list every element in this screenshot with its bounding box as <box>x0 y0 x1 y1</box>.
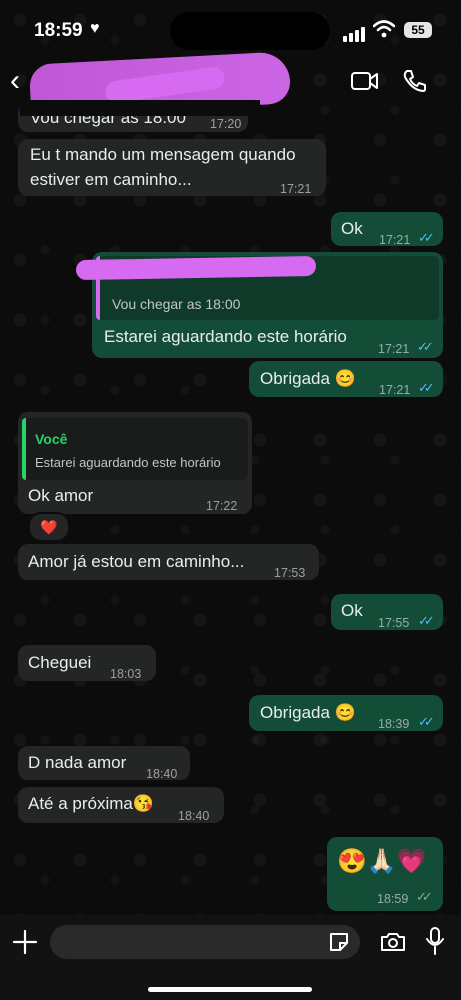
message-time: 17:55 <box>378 616 410 630</box>
message-text-line: Eu t mando um mensagem quando <box>30 145 296 164</box>
message-bubble-outgoing[interactable]: Obrigada 😊 18:39 ✓✓ <box>249 695 443 731</box>
status-bar: 18:59 ♥ 55 <box>0 0 461 56</box>
message-time: 17:21 <box>280 182 312 196</box>
message-text-line: estiver em caminho... <box>30 170 192 189</box>
plus-icon[interactable] <box>12 929 38 955</box>
dynamic-island <box>170 12 330 50</box>
status-time: 18:59 <box>34 20 83 41</box>
quote-author: Você <box>35 431 68 447</box>
read-ticks-icon: ✓✓ <box>417 339 434 354</box>
voice-call-icon[interactable] <box>402 68 428 94</box>
message-bubble-incoming[interactable]: Eu t mando um mensagem quando estiver em… <box>18 139 326 196</box>
message-text: Ok amor <box>28 486 94 505</box>
message-time: 17:21 <box>378 342 410 356</box>
message-bubble-outgoing[interactable]: Ok 17:21 ✓✓ <box>331 212 443 247</box>
quote-author-redaction <box>75 255 317 281</box>
back-icon[interactable]: ‹ <box>10 64 20 98</box>
message-bubble-outgoing[interactable]: Ok 17:55 ✓✓ <box>331 594 443 630</box>
mic-icon[interactable] <box>426 927 444 955</box>
home-indicator[interactable] <box>148 987 312 992</box>
message-time: 18:59 <box>377 892 409 906</box>
message-bubble-incoming[interactable]: D nada amor 18:40 <box>18 746 190 781</box>
message-bubble-incoming[interactable]: Cheguei 18:03 <box>18 645 156 681</box>
message-text: Estarei aguardando este horário <box>104 327 347 346</box>
message-time: 18:40 <box>178 809 210 823</box>
message-time: 17:21 <box>379 233 411 247</box>
wifi-icon <box>373 20 395 38</box>
quoted-text: Vou chegar as 18:00 <box>112 296 241 312</box>
message-bubble-incoming[interactable]: Até a próxima😘 18:40 <box>18 787 224 823</box>
video-call-icon[interactable] <box>350 70 380 92</box>
read-ticks-icon: ✓✓ <box>418 380 435 395</box>
read-ticks-icon: ✓✓ <box>418 714 435 729</box>
quoted-message[interactable]: Vou chegar as 18:00 <box>75 255 439 320</box>
message-text: Ok <box>341 601 363 620</box>
sticker-icon[interactable] <box>328 931 350 953</box>
header-redaction-overlap <box>20 100 260 116</box>
cellular-signal-icon <box>343 24 367 42</box>
message-input[interactable] <box>50 925 360 959</box>
message-bubble-incoming[interactable]: Amor já estou em caminho... 17:53 <box>18 544 319 580</box>
message-time: 18:39 <box>378 717 410 731</box>
message-bubble-outgoing-emoji[interactable]: 😍🙏🏻💗 18:59 ✓✓ <box>327 837 443 911</box>
read-ticks-icon: ✓✓ <box>418 230 435 245</box>
message-bubble-outgoing[interactable]: Obrigada 😊 17:21 ✓✓ <box>249 361 443 397</box>
message-text: Amor já estou em caminho... <box>28 552 245 571</box>
message-bubble-incoming-reply[interactable]: Você Estarei aguardando este horário Ok … <box>18 412 252 514</box>
battery-indicator: 55 <box>404 22 432 38</box>
quoted-message[interactable]: Você Estarei aguardando este horário <box>22 418 248 480</box>
focus-heart-icon: ♥ <box>90 20 100 37</box>
quote-accent-bar <box>22 418 26 480</box>
message-text: Até a próxima😘 <box>28 794 155 813</box>
message-text: Obrigada 😊 <box>260 703 356 722</box>
message-time: 17:22 <box>206 499 238 513</box>
message-text: Ok <box>341 219 363 238</box>
read-ticks-icon: ✓✓ <box>418 613 435 628</box>
heart-reaction-icon: ❤️ <box>40 519 58 535</box>
message-text: Obrigada 😊 <box>260 369 356 388</box>
message-time: 18:03 <box>110 667 142 681</box>
quoted-text: Estarei aguardando este horário <box>35 455 221 470</box>
message-time: 17:21 <box>379 383 411 397</box>
message-time: 18:40 <box>146 767 178 781</box>
composer-bar <box>0 915 461 1000</box>
message-emoji-text: 😍🙏🏻💗 <box>337 848 427 875</box>
message-text: D nada amor <box>28 753 127 772</box>
message-bubble-outgoing-reply[interactable]: Vou chegar as 18:00 Estarei aguardando e… <box>75 252 443 358</box>
message-reaction[interactable]: ❤️ <box>28 512 70 542</box>
camera-icon[interactable] <box>380 931 406 953</box>
message-time: 17:53 <box>274 566 306 580</box>
message-text: Cheguei <box>28 653 92 672</box>
read-ticks-icon: ✓✓ <box>416 889 433 904</box>
